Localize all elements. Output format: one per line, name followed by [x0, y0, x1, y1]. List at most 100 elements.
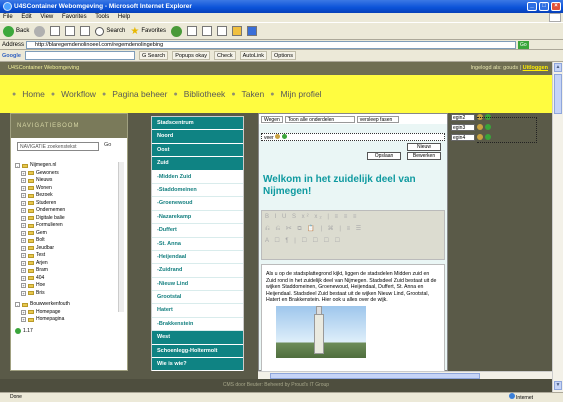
page-vertical-scrollbar[interactable]: ▲ ▼	[552, 62, 563, 392]
home-icon[interactable]	[80, 26, 91, 36]
tree-item[interactable]: + Arjen	[15, 260, 70, 268]
tree-item[interactable]: + Jeudbar	[15, 245, 70, 253]
district-menu-item[interactable]: Oost	[152, 143, 243, 158]
tree-item[interactable]: 1.17	[15, 328, 70, 336]
tree-item[interactable]: +404	[15, 275, 70, 283]
phase-select[interactable]: versleep fasen	[356, 115, 399, 123]
tree-scrollbar[interactable]	[118, 162, 124, 312]
scroll-thumb[interactable]	[554, 74, 562, 114]
editable-region[interactable]: veer	[261, 133, 445, 141]
district-menu-item[interactable]: West	[152, 331, 243, 345]
tree-item[interactable]: + Formulieren	[15, 222, 70, 230]
horizontal-scrollbar[interactable]	[258, 371, 552, 379]
tree-item[interactable]: + Nieuws	[15, 177, 70, 185]
go-button[interactable]: Go	[518, 40, 529, 49]
district-menu-item[interactable]: -Groenewoud	[152, 197, 243, 211]
nav-bibliotheek[interactable]: Bibliotheek	[184, 89, 226, 99]
history-icon[interactable]	[187, 26, 198, 36]
menu-tools[interactable]: Tools	[95, 14, 109, 20]
tree-item[interactable]: + Homepage	[15, 309, 70, 317]
view-select[interactable]: Toon alle onderdelen	[284, 115, 355, 123]
content-text-area[interactable]: Als u op de stadsplattegrond kijkt, ligg…	[261, 264, 445, 374]
tree-item[interactable]: - Bouwwerkenfouth	[15, 301, 70, 309]
district-menu-item[interactable]: -Midden Zuid	[152, 170, 243, 184]
nav-pagina-beheer[interactable]: Pagina beheer	[112, 89, 167, 99]
tree-item[interactable]: + Studeren	[15, 200, 70, 208]
rich-text-toolbar[interactable]: B I U S x² x₂ | ≡ ≡ ≡ ⎌ ⎌ ✂ ⧉ 📋 | ⌘ | ≡ …	[261, 210, 445, 260]
minimize-button[interactable]: _	[527, 2, 537, 11]
nav-mijn-profiel[interactable]: Mijn profiel	[280, 89, 321, 99]
tree-item[interactable]: + Bezoek	[15, 192, 70, 200]
refresh-icon[interactable]	[65, 26, 76, 36]
favorites-button[interactable]: ★ Favorites	[130, 26, 166, 37]
tree-item[interactable]: + Gem	[15, 230, 70, 238]
menu-edit[interactable]: Edit	[21, 14, 31, 20]
google-search-input[interactable]	[24, 51, 135, 60]
scroll-down-icon[interactable]: ▼	[554, 381, 562, 390]
maximize-button[interactable]: □	[539, 2, 549, 11]
tree-item[interactable]: + Bram	[15, 267, 70, 275]
district-menu-item[interactable]: Zuid	[152, 157, 243, 171]
messenger-icon[interactable]	[247, 26, 258, 36]
nieuw-button[interactable]: Nieuw	[407, 143, 441, 151]
tree-item[interactable]: + Digitale balie	[15, 215, 70, 223]
district-menu-item[interactable]: -Duffert	[152, 224, 243, 238]
district-menu-item[interactable]: Stadscentrum	[152, 117, 243, 131]
district-menu-item[interactable]: -Staddomeinen	[152, 183, 243, 198]
edit-icon[interactable]	[275, 134, 281, 139]
tree-item[interactable]: + Wonen	[15, 185, 70, 193]
menu-file[interactable]: File	[3, 14, 13, 20]
globe-icon	[508, 393, 515, 399]
approve-icon[interactable]	[281, 134, 287, 139]
media-icon[interactable]	[171, 25, 183, 37]
search-button[interactable]: Search	[95, 26, 125, 36]
nav-workflow[interactable]: Workflow	[61, 89, 96, 99]
google-search-button[interactable]: G Search	[138, 51, 169, 60]
menu-favorites[interactable]: Favorites	[62, 14, 87, 20]
district-menu-item[interactable]: -St. Anna	[152, 237, 243, 251]
check-button[interactable]: Check	[214, 51, 236, 60]
bewerken-button[interactable]: Bewerken	[407, 152, 441, 160]
tree-item[interactable]: + Hoe	[15, 282, 70, 290]
district-menu-item[interactable]: Hatert	[152, 304, 243, 318]
close-button[interactable]: ×	[551, 2, 561, 11]
district-menu-item[interactable]: Noord	[152, 130, 243, 144]
district-menu-item[interactable]: Wie is wie?	[152, 358, 243, 372]
forward-button[interactable]	[34, 25, 46, 37]
folder-icon[interactable]	[232, 26, 243, 36]
scroll-up-icon[interactable]: ▲	[554, 63, 562, 72]
district-menu-item[interactable]: -Brakkenstein	[152, 317, 243, 332]
print-icon[interactable]	[217, 26, 228, 36]
tree-item[interactable]: + Homepagina	[15, 316, 70, 324]
nav-taken[interactable]: Taken	[242, 89, 265, 99]
autolink-button[interactable]: AutoLink	[239, 51, 267, 60]
tree-item[interactable]: + Test	[15, 252, 70, 260]
tree-item[interactable]: + Bris	[15, 290, 70, 298]
menu-help[interactable]: Help	[118, 14, 130, 20]
opslaan-button[interactable]: Opslaan	[367, 152, 401, 160]
tree-item[interactable]: + Bolt	[15, 237, 70, 245]
district-menu-item[interactable]: -Zuidrand	[152, 264, 243, 278]
popups-button[interactable]: Popups okay	[172, 51, 210, 60]
district-menu-item[interactable]: Grootstal	[152, 291, 243, 305]
tree-item[interactable]: + Gewoners	[15, 170, 70, 178]
options-button[interactable]: Options	[271, 51, 296, 60]
back-button[interactable]: Back	[3, 25, 29, 37]
tree-search-input[interactable]: NAVIGATIE zoekenstekst	[17, 142, 99, 151]
district-menu-item[interactable]: Schoenlegg-Holtermolt	[152, 344, 243, 359]
menu-view[interactable]: View	[40, 14, 53, 20]
address-input[interactable]: http://blaregemdenolinoeel.com/regemdeno…	[26, 40, 517, 49]
logout-link[interactable]: Uitloggen	[523, 65, 548, 71]
nav-home[interactable]: Home	[22, 89, 45, 99]
region-select[interactable]: Wegen	[261, 115, 283, 123]
folder-icon	[28, 253, 34, 258]
tree-item[interactable]: + Ondernemen	[15, 207, 70, 215]
stop-icon[interactable]	[50, 26, 61, 36]
district-menu-item[interactable]: -Nieuw Lind	[152, 277, 243, 292]
logged-in-info: Ingelogd als: gouds | Uitloggen	[470, 65, 548, 71]
mail-icon[interactable]	[202, 26, 213, 36]
tree-go-button[interactable]: Go	[104, 142, 111, 148]
district-menu-item[interactable]: -Heijendaal	[152, 250, 243, 265]
tree-item[interactable]: - Nijmegen.nl	[15, 162, 70, 170]
district-menu-item[interactable]: -Nazarekamp	[152, 210, 243, 225]
